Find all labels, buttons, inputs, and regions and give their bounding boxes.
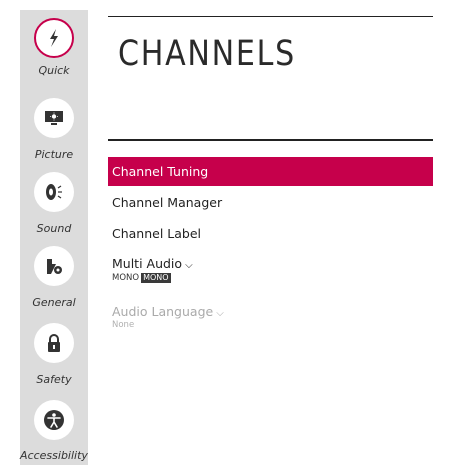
general-icon	[34, 246, 74, 286]
sidebar-item-label: Sound	[36, 222, 72, 235]
menu-item-channel-tuning[interactable]: Channel Tuning	[108, 157, 433, 186]
top-divider	[108, 16, 433, 17]
sidebar-item-quick[interactable]: Quick	[20, 18, 88, 88]
chevron-down-icon: ⌵	[216, 308, 224, 319]
main-panel: CHANNELS Channel Tuning Channel Manager …	[108, 0, 433, 469]
sidebar-item-label: Accessibility	[20, 449, 88, 462]
menu-item-audio-language: Audio Language ⌵ None	[108, 298, 433, 334]
menu-item-channel-manager[interactable]: Channel Manager	[108, 189, 433, 217]
mono-badge: MONO	[141, 273, 171, 283]
title-divider	[108, 139, 433, 141]
multi-audio-value: MONO	[112, 273, 140, 283]
menu-item-label: Channel Manager	[112, 195, 223, 210]
audio-language-value: None	[112, 320, 135, 330]
sound-icon	[34, 172, 74, 212]
menu-item-label: Multi Audio	[112, 256, 183, 271]
picture-icon	[34, 98, 74, 138]
quick-settings-icon	[34, 18, 74, 58]
menu-item-multi-audio[interactable]: Multi Audio ⌵ MONO MONO	[108, 251, 433, 289]
accessibility-icon	[34, 400, 74, 440]
sidebar: Quick Picture Sound General Safety Acces…	[20, 10, 88, 465]
sidebar-item-label: General	[32, 296, 76, 309]
sidebar-item-label: Safety	[36, 373, 72, 386]
sidebar-item-picture[interactable]: Picture	[20, 98, 88, 161]
menu-item-channel-label[interactable]: Channel Label	[108, 220, 433, 248]
sidebar-item-safety[interactable]: Safety	[20, 323, 88, 386]
sidebar-item-label: Picture	[34, 148, 74, 161]
menu-item-label: Channel Tuning	[112, 164, 209, 179]
page-title: CHANNELS	[118, 34, 296, 74]
menu-item-label: Channel Label	[112, 226, 202, 241]
chevron-down-icon: ⌵	[185, 260, 193, 271]
lock-icon	[34, 323, 74, 363]
sidebar-item-general[interactable]: General	[20, 246, 88, 309]
sidebar-item-label: Quick	[38, 64, 70, 77]
menu-item-label: Audio Language	[112, 304, 214, 319]
sidebar-item-accessibility[interactable]: Accessibility	[20, 400, 88, 462]
sidebar-item-sound[interactable]: Sound	[20, 172, 88, 235]
